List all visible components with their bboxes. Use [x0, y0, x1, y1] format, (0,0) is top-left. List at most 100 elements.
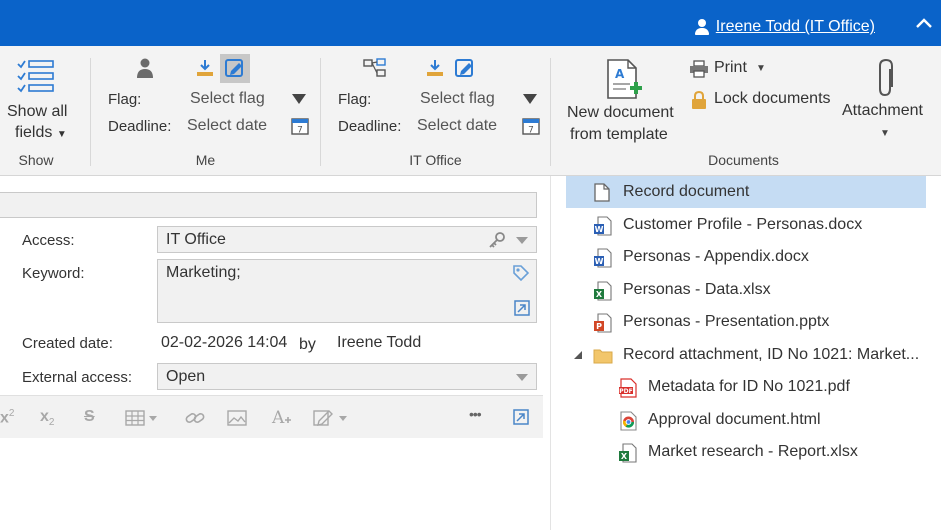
print-label: Print: [714, 59, 747, 76]
keyword-value: Marketing;: [166, 264, 241, 281]
title-field[interactable]: [0, 192, 537, 218]
svg-text:X: X: [621, 452, 628, 461]
keyword-field[interactable]: Marketing;: [157, 259, 537, 323]
me-flag-select[interactable]: Select flag: [190, 90, 265, 108]
user-menu-link[interactable]: Ireene Todd (IT Office): [694, 18, 875, 36]
lock-icon: [692, 90, 706, 109]
superscript-icon[interactable]: x2: [0, 408, 14, 427]
user-name: Ireene Todd (IT Office): [715, 18, 875, 35]
chevron-down-icon[interactable]: [292, 94, 306, 104]
table-icon[interactable]: [125, 410, 159, 426]
new-document-label: New document: [567, 104, 674, 121]
user-icon: [694, 19, 709, 35]
created-date-label: Created date:: [22, 335, 113, 352]
created-date-value: 02-02-2026 14:04: [161, 334, 288, 351]
more-options-icon[interactable]: •••: [469, 406, 482, 422]
tree-item-approval-html[interactable]: Approval document.html: [551, 404, 941, 436]
tree-item-label: Customer Profile - Personas.docx: [623, 216, 863, 233]
record-form: Access: IT Office Keyword: Marketing; Cr…: [0, 176, 550, 530]
attachment-label: Attachment: [842, 102, 923, 119]
blank-doc-icon: [594, 183, 610, 202]
show-all-fields-button[interactable]: Show all fields ▼: [0, 56, 76, 144]
office-flag-select[interactable]: Select flag: [420, 90, 495, 108]
tree-item-record-document[interactable]: Record document: [566, 176, 926, 208]
strikethrough-icon[interactable]: S: [84, 408, 95, 426]
tree-item-personas-appendix[interactable]: W Personas - Appendix.docx: [551, 241, 941, 273]
chrome-icon: [620, 411, 637, 431]
svg-text:W: W: [595, 257, 604, 266]
svg-text:A: A: [615, 67, 625, 81]
paperclip-icon: [879, 58, 893, 97]
created-by-label: by: [299, 336, 316, 353]
document-tree: Record document W Customer Profile - Per…: [551, 176, 941, 530]
tree-item-market-research[interactable]: X Market research - Report.xlsx: [551, 436, 941, 468]
svg-text:X: X: [596, 290, 603, 299]
list-checks-icon: [17, 60, 54, 93]
me-deadline-select[interactable]: Select date: [187, 117, 267, 135]
key-icon[interactable]: [488, 231, 506, 249]
edit-icon[interactable]: [313, 408, 349, 428]
tree-item-record-attachment[interactable]: Record attachment, ID No 1021: Market...: [551, 339, 941, 371]
expanded-arrow-icon[interactable]: [573, 350, 583, 360]
svg-text:7: 7: [297, 126, 303, 136]
external-access-label: External access:: [22, 369, 133, 386]
tree-item-customer-profile[interactable]: W Customer Profile - Personas.docx: [551, 209, 941, 241]
ribbon: Show all fields ▼ Show Flag: Select flag: [0, 46, 941, 176]
edit-flag-icon: [225, 59, 243, 77]
download-flag-icon[interactable]: [195, 58, 215, 78]
chevron-down-icon[interactable]: [523, 94, 537, 104]
tag-icon[interactable]: [512, 264, 530, 282]
ribbon-group-documents: A New document from template Print ▼ Loc…: [551, 46, 941, 176]
lock-documents-label: Lock documents: [714, 90, 831, 107]
calendar-icon[interactable]: 7: [291, 116, 309, 135]
print-button[interactable]: Print ▼: [689, 58, 769, 80]
collapse-chevron-icon[interactable]: [915, 16, 933, 30]
calendar-icon[interactable]: 7: [522, 116, 540, 135]
folder-icon: [593, 349, 613, 364]
dropdown-caret-icon: ▼: [756, 63, 766, 74]
svg-text:7: 7: [528, 126, 534, 136]
person-icon: [137, 58, 153, 78]
from-template-label: from template: [570, 126, 668, 143]
tree-item-label: Personas - Presentation.pptx: [623, 313, 830, 330]
org-chart-icon: [363, 58, 386, 77]
new-document-from-template-button[interactable]: A New document from template: [561, 56, 691, 146]
show-all-label: Show all: [7, 103, 68, 120]
text-style-icon[interactable]: A: [271, 408, 293, 428]
subscript-icon[interactable]: x2: [40, 408, 54, 428]
me-deadline-label: Deadline:: [108, 118, 172, 135]
tree-item-personas-presentation[interactable]: P Personas - Presentation.pptx: [551, 306, 941, 338]
expand-icon[interactable]: [513, 409, 529, 425]
expand-icon[interactable]: [514, 300, 530, 316]
assign-flag-button[interactable]: [220, 54, 250, 83]
chevron-down-icon[interactable]: [516, 237, 528, 244]
tree-item-personas-data[interactable]: X Personas - Data.xlsx: [551, 274, 941, 306]
access-select[interactable]: IT Office: [157, 226, 537, 253]
office-flag-label: Flag:: [338, 91, 372, 108]
tree-item-label: Personas - Appendix.docx: [623, 248, 809, 265]
external-access-value: Open: [166, 368, 206, 385]
editor-toolbar: x2 x2 S A •••: [0, 395, 543, 438]
excel-icon: X: [619, 443, 637, 463]
edit-flag-icon[interactable]: [455, 59, 475, 78]
download-flag-icon[interactable]: [425, 58, 445, 78]
lock-documents-button[interactable]: Lock documents: [689, 89, 849, 111]
office-deadline-label: Deadline:: [338, 118, 402, 135]
tree-item-label: Market research - Report.xlsx: [648, 443, 858, 460]
fields-label: fields ▼: [15, 124, 67, 141]
link-icon[interactable]: [185, 410, 205, 426]
document-template-icon: A: [607, 59, 642, 99]
group-label-me: Me: [195, 152, 216, 168]
image-icon[interactable]: [227, 410, 247, 426]
attachment-button[interactable]: Attachment ▼: [839, 56, 931, 146]
svg-text:PDF: PDF: [619, 388, 632, 395]
dropdown-caret-icon: ▼: [880, 128, 890, 139]
tree-item-metadata-pdf[interactable]: PDF Metadata for ID No 1021.pdf: [551, 371, 941, 403]
tree-item-label: Metadata for ID No 1021.pdf: [648, 378, 850, 395]
chevron-down-icon[interactable]: [516, 374, 528, 381]
external-access-select[interactable]: Open: [157, 363, 537, 390]
tree-item-label: Approval document.html: [648, 411, 821, 428]
office-deadline-select[interactable]: Select date: [417, 117, 497, 135]
access-value: IT Office: [166, 231, 226, 248]
keyword-label: Keyword:: [22, 265, 85, 282]
